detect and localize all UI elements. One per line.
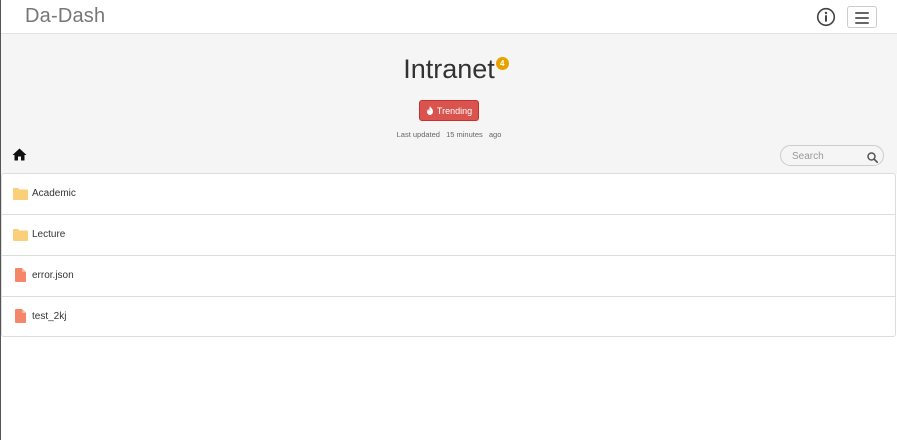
item-label: test_2kj xyxy=(32,311,67,322)
updated-suffix: ago xyxy=(488,130,502,139)
hamburger-bar xyxy=(855,17,869,19)
item-label: Academic xyxy=(32,188,76,199)
item-label: error.json xyxy=(32,270,74,281)
hamburger-bar xyxy=(855,12,869,14)
file-list: Academic Lecture error.json test_2kj xyxy=(1,173,896,337)
updated-prefix: Last updated xyxy=(396,130,440,139)
updated-value: 15 minutes xyxy=(446,130,483,139)
page-title: Intranet 4 xyxy=(403,54,509,85)
search-box xyxy=(780,145,884,166)
search-input[interactable] xyxy=(790,149,864,164)
menu-toggle-button[interactable] xyxy=(847,6,877,28)
info-icon[interactable] xyxy=(816,7,836,27)
hamburger-bar xyxy=(855,22,869,24)
list-item-file[interactable]: error.json xyxy=(2,256,895,297)
navbar: Da-Dash xyxy=(1,0,897,34)
item-label: Lecture xyxy=(32,229,66,240)
list-item-folder[interactable]: Academic xyxy=(2,174,895,215)
fire-icon xyxy=(426,106,433,115)
trending-label: Trending xyxy=(436,105,473,116)
page-title-text: Intranet xyxy=(403,54,495,84)
trending-button[interactable]: Trending xyxy=(419,100,479,121)
home-icon[interactable] xyxy=(12,148,27,161)
file-icon xyxy=(15,268,26,287)
search-icon[interactable] xyxy=(867,150,879,164)
folder-icon xyxy=(13,228,28,246)
count-badge: 4 xyxy=(495,57,509,70)
file-icon xyxy=(15,309,26,328)
list-item-file[interactable]: test_2kj xyxy=(2,297,895,338)
folder-icon xyxy=(13,187,28,205)
last-updated: Last updated 15 minutes ago xyxy=(1,130,897,139)
list-item-folder[interactable]: Lecture xyxy=(2,215,895,256)
brand-title[interactable]: Da-Dash xyxy=(25,5,105,28)
page-header: Intranet 4 Trending Last updated 15 minu… xyxy=(1,34,897,174)
